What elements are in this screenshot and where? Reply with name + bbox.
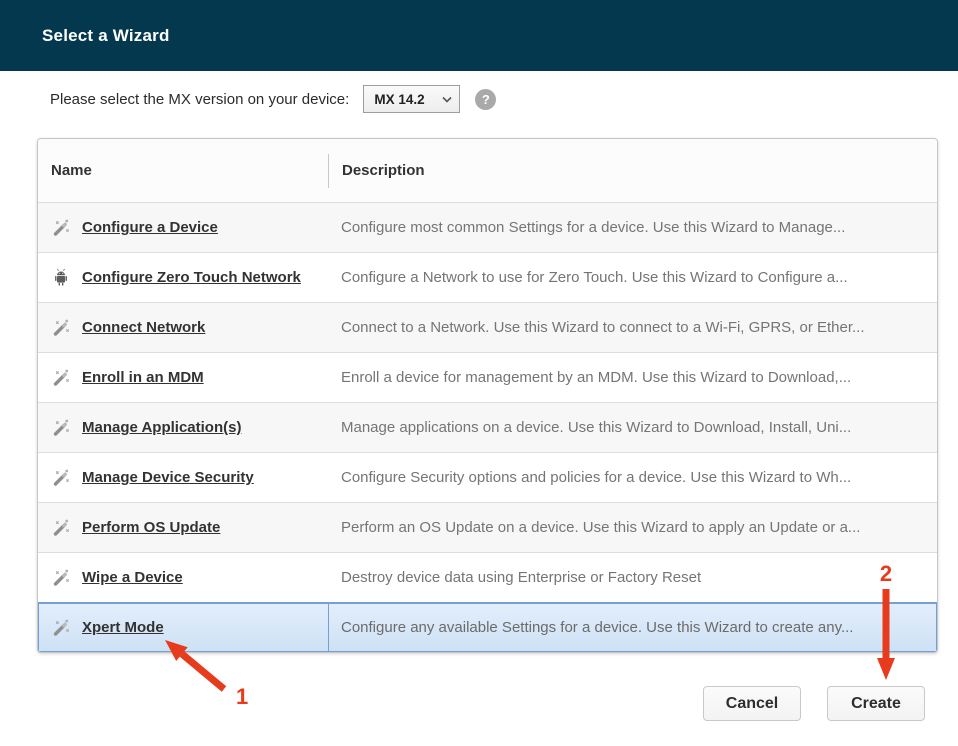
wizard-name-link[interactable]: Manage Application(s) (82, 419, 241, 436)
wand-icon (51, 618, 71, 638)
wizard-description: Enroll a device for management by an MDM… (328, 353, 937, 402)
wizard-description: Manage applications on a device. Use thi… (328, 403, 937, 452)
create-button[interactable]: Create (827, 686, 925, 721)
wizard-name-cell: Xpert Mode (38, 603, 328, 652)
wizard-description: Configure Security options and policies … (328, 453, 937, 502)
wizard-table-header: Name Description (38, 139, 937, 202)
wand-icon (51, 368, 71, 388)
wizard-description: Configure most common Settings for a dev… (328, 203, 937, 252)
wizard-name-cell: Enroll in an MDM (38, 353, 328, 402)
wand-icon (51, 418, 71, 438)
page-title: Select a Wizard (42, 26, 170, 46)
mx-version-value: MX 14.2 (374, 92, 442, 107)
column-header-description: Description (328, 154, 937, 188)
column-header-name: Name (38, 162, 328, 179)
wand-icon (51, 318, 71, 338)
wizard-name-cell: Configure a Device (38, 203, 328, 252)
mx-version-select[interactable]: MX 14.2 (363, 85, 460, 113)
table-row[interactable]: Configure Zero Touch Network Configure a … (38, 252, 937, 302)
help-icon[interactable]: ? (475, 89, 496, 110)
table-row[interactable]: Manage Application(s) Manage applications… (38, 402, 937, 452)
wand-icon (51, 468, 71, 488)
wizard-table: Name Description Configure a DeviceConfi… (37, 138, 938, 653)
wizard-name-link[interactable]: Xpert Mode (82, 619, 164, 636)
wizard-name-link[interactable]: Configure a Device (82, 219, 218, 236)
dialog-titlebar: Select a Wizard (0, 0, 958, 71)
cancel-button[interactable]: Cancel (703, 686, 801, 721)
wizard-name-cell: Perform OS Update (38, 503, 328, 552)
wizard-name-link[interactable]: Configure Zero Touch Network (82, 269, 301, 286)
wizard-name-link[interactable]: Connect Network (82, 319, 205, 336)
wizard-description: Destroy device data using Enterprise or … (328, 553, 937, 602)
select-wizard-dialog: Select a Wizard Please select the MX ver… (0, 0, 958, 746)
chevron-down-icon (442, 96, 452, 103)
wizard-name-link[interactable]: Manage Device Security (82, 469, 254, 486)
wand-icon (51, 518, 71, 538)
step-1-label: 1 (236, 684, 248, 709)
table-row[interactable]: Connect Network Connect to a Network. Use… (38, 302, 937, 352)
wizard-name-link[interactable]: Wipe a Device (82, 569, 183, 586)
table-row[interactable]: Configure a Device Configure most common … (38, 202, 937, 252)
wizard-name-cell: Connect Network (38, 303, 328, 352)
table-row[interactable]: Enroll in an MDM Enroll a device for mana… (38, 352, 937, 402)
wizard-description: Configure a Network to use for Zero Touc… (328, 253, 937, 302)
wizard-name-link[interactable]: Enroll in an MDM (82, 369, 204, 386)
wizard-table-body: Configure a Device Configure most common … (38, 202, 937, 652)
wizard-name-cell: Wipe a Device (38, 553, 328, 602)
table-row[interactable]: Xpert Mode Configure any available Settin… (38, 602, 937, 652)
wizard-name-cell: Configure Zero Touch Network (38, 253, 328, 302)
wizard-name-cell: Manage Device Security (38, 453, 328, 502)
wand-icon (51, 218, 71, 238)
android-icon (51, 268, 71, 288)
wizard-description: Configure any available Settings for a d… (328, 603, 937, 652)
mx-version-label: Please select the MX version on your dev… (50, 91, 349, 108)
wizard-name-cell: Manage Application(s) (38, 403, 328, 452)
table-row[interactable]: Wipe a Device Destroy device data using E… (38, 552, 937, 602)
wizard-description: Connect to a Network. Use this Wizard to… (328, 303, 937, 352)
wizard-name-link[interactable]: Perform OS Update (82, 519, 220, 536)
table-row[interactable]: Perform OS Update Perform an OS Update on… (38, 502, 937, 552)
wizard-description: Perform an OS Update on a device. Use th… (328, 503, 937, 552)
table-row[interactable]: Manage Device Security Configure Security… (38, 452, 937, 502)
mx-version-row: Please select the MX version on your dev… (50, 84, 496, 114)
wand-icon (51, 568, 71, 588)
